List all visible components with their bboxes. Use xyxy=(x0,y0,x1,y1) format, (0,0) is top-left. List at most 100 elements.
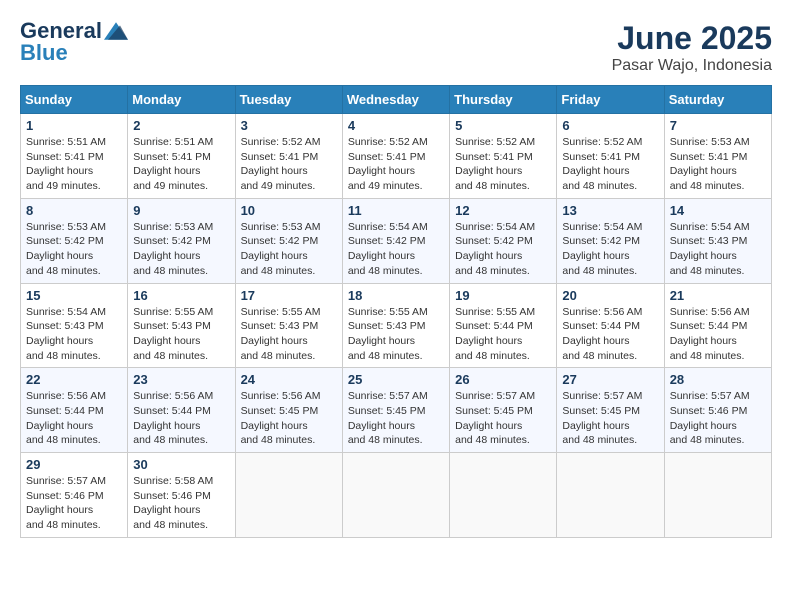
day-number: 10 xyxy=(241,203,337,218)
month-title: June 2025 xyxy=(612,20,772,57)
calendar-cell: 11Sunrise: 5:54 AMSunset: 5:42 PMDayligh… xyxy=(342,198,449,283)
daylight-value: and 48 minutes. xyxy=(26,434,101,446)
daylight-value: and 48 minutes. xyxy=(26,350,101,362)
day-number: 28 xyxy=(670,372,766,387)
calendar-week-row: 29Sunrise: 5:57 AMSunset: 5:46 PMDayligh… xyxy=(21,453,772,538)
sunrise-info: Sunrise: 5:51 AM xyxy=(133,136,213,148)
calendar-cell: 28Sunrise: 5:57 AMSunset: 5:46 PMDayligh… xyxy=(664,368,771,453)
day-number: 27 xyxy=(562,372,658,387)
sunrise-info: Sunrise: 5:56 AM xyxy=(670,306,750,318)
sunset-info: Sunset: 5:41 PM xyxy=(26,151,104,163)
daylight-value: and 48 minutes. xyxy=(670,350,745,362)
day-info: Sunrise: 5:52 AM Sunset: 5:41 PM Daylight … xyxy=(241,135,337,194)
daylight-label: Daylight hours xyxy=(133,335,200,347)
calendar-week-row: 15Sunrise: 5:54 AMSunset: 5:43 PMDayligh… xyxy=(21,283,772,368)
day-info: Sunrise: 5:54 AMSunset: 5:42 PMDaylight … xyxy=(348,220,444,279)
daylight-label: Daylight hours xyxy=(241,250,308,262)
sunset-info: Sunset: 5:44 PM xyxy=(562,320,640,332)
sunset-info: Sunset: 5:41 PM xyxy=(348,151,426,163)
calendar-cell: 3Sunrise: 5:52 AMSunset: 5:41 PMDaylight… xyxy=(235,114,342,199)
daylight-label: Daylight hours xyxy=(455,420,522,432)
daylight-value: and 48 minutes. xyxy=(670,434,745,446)
daylight-label: Daylight hours xyxy=(26,420,93,432)
daylight-value: and 48 minutes. xyxy=(562,434,637,446)
calendar-cell xyxy=(557,453,664,538)
calendar-cell: 25Sunrise: 5:57 AMSunset: 5:45 PMDayligh… xyxy=(342,368,449,453)
day-info: Sunrise: 5:56 AMSunset: 5:44 PMDaylight … xyxy=(26,389,122,448)
sunset-info: Sunset: 5:42 PM xyxy=(455,235,533,247)
calendar-cell: 20 Sunrise: 5:56 AM Sunset: 5:44 PM Dayligh… xyxy=(557,283,664,368)
day-info: Sunrise: 5:58 AMSunset: 5:46 PMDaylight … xyxy=(133,474,229,533)
daylight-value: and 48 minutes. xyxy=(26,519,101,531)
calendar-cell: 19Sunrise: 5:55 AMSunset: 5:44 PMDayligh… xyxy=(450,283,557,368)
sunset-info: Sunset: 5:42 PM xyxy=(241,235,319,247)
sunrise-info: Sunrise: 5:56 AM xyxy=(562,306,642,318)
weekday-header-thursday: Thursday xyxy=(450,86,557,114)
daylight-label: Daylight hours xyxy=(26,335,93,347)
daylight-label: Daylight hours xyxy=(348,335,415,347)
sunrise-info: Sunrise: 5:52 AM xyxy=(241,136,321,148)
sunset-info: Sunset: 5:42 PM xyxy=(133,235,211,247)
sunrise-info: Sunrise: 5:52 AM xyxy=(455,136,535,148)
sunrise-info: Sunrise: 5:54 AM xyxy=(670,221,750,233)
calendar-cell: 1Sunrise: 5:51 AMSunset: 5:41 PMDaylight… xyxy=(21,114,128,199)
daylight-label: Daylight hours xyxy=(562,165,629,177)
daylight-label: Daylight hours xyxy=(562,420,629,432)
daylight-label: Daylight hours xyxy=(562,335,629,347)
sunrise-info: Sunrise: 5:52 AM xyxy=(348,136,428,148)
calendar-cell: 2Sunrise: 5:51 AMSunset: 5:41 PMDaylight… xyxy=(128,114,235,199)
daylight-label: Daylight hours xyxy=(670,165,737,177)
daylight-label: Daylight hours xyxy=(670,250,737,262)
sunrise-info: Sunrise: 5:54 AM xyxy=(348,221,428,233)
calendar-header-row: SundayMondayTuesdayWednesdayThursdayFrid… xyxy=(21,86,772,114)
calendar-week-row: 1 Sunrise: 5:51 AM Sunset: 5:41 PM Daylight… xyxy=(21,114,772,199)
daylight-label: Daylight hours xyxy=(133,420,200,432)
sunrise-info: Sunrise: 5:57 AM xyxy=(670,390,750,402)
day-info: Sunrise: 5:57 AMSunset: 5:45 PMDaylight … xyxy=(455,389,551,448)
calendar-cell: 30Sunrise: 5:58 AMSunset: 5:46 PMDayligh… xyxy=(128,453,235,538)
logo-icon xyxy=(104,22,128,40)
calendar-cell: 5Sunrise: 5:52 AMSunset: 5:41 PMDaylight… xyxy=(450,114,557,199)
day-info: Sunrise: 5:56 AMSunset: 5:44 PMDaylight … xyxy=(670,305,766,364)
day-number: 1 xyxy=(26,118,122,133)
sunset-info: Sunset: 5:45 PM xyxy=(348,405,426,417)
calendar-week-row: 22Sunrise: 5:56 AMSunset: 5:44 PMDayligh… xyxy=(21,368,772,453)
location-title: Pasar Wajo, Indonesia xyxy=(612,57,772,75)
day-info: Sunrise: 5:55 AM Sunset: 5:43 PM Daylight … xyxy=(348,305,444,364)
sunrise-info: Sunrise: 5:53 AM xyxy=(26,221,106,233)
daylight-label: Daylight hours xyxy=(562,250,629,262)
sunrise-info: Sunrise: 5:53 AM xyxy=(241,221,321,233)
sunset-info: Sunset: 5:41 PM xyxy=(241,151,319,163)
daylight-value: and 48 minutes. xyxy=(562,350,637,362)
sunset-info: Sunset: 5:43 PM xyxy=(348,320,426,332)
calendar-cell: 23Sunrise: 5:56 AMSunset: 5:44 PMDayligh… xyxy=(128,368,235,453)
daylight-value: and 48 minutes. xyxy=(670,180,745,192)
sunset-info: Sunset: 5:46 PM xyxy=(670,405,748,417)
daylight-label: Daylight hours xyxy=(241,420,308,432)
daylight-label: Daylight hours xyxy=(670,335,737,347)
sunset-info: Sunset: 5:42 PM xyxy=(348,235,426,247)
day-info: Sunrise: 5:52 AMSunset: 5:41 PMDaylight … xyxy=(348,135,444,194)
calendar-cell: 26Sunrise: 5:57 AMSunset: 5:45 PMDayligh… xyxy=(450,368,557,453)
day-number: 7 xyxy=(670,118,766,133)
day-number: 24 xyxy=(241,372,337,387)
sunrise-info: Sunrise: 5:52 AM xyxy=(562,136,642,148)
day-info: Sunrise: 5:57 AMSunset: 5:46 PMDaylight … xyxy=(670,389,766,448)
daylight-label: Daylight hours xyxy=(241,165,308,177)
sunset-info: Sunset: 5:45 PM xyxy=(241,405,319,417)
day-info: Sunrise: 5:54 AMSunset: 5:42 PMDaylight … xyxy=(562,220,658,279)
day-info: Sunrise: 5:56 AMSunset: 5:44 PMDaylight … xyxy=(133,389,229,448)
sunset-info: Sunset: 5:45 PM xyxy=(562,405,640,417)
day-info: Sunrise: 5:53 AMSunset: 5:41 PMDaylight … xyxy=(670,135,766,194)
calendar-cell: 4Sunrise: 5:52 AMSunset: 5:41 PMDaylight… xyxy=(342,114,449,199)
sunrise-info: Sunrise: 5:55 AM xyxy=(348,306,428,318)
daylight-value: and 48 minutes. xyxy=(455,265,530,277)
sunrise-info: Sunrise: 5:54 AM xyxy=(562,221,642,233)
day-info: Sunrise: 5:56 AMSunset: 5:45 PMDaylight … xyxy=(241,389,337,448)
calendar-cell: 8Sunrise: 5:53 AMSunset: 5:42 PMDaylight… xyxy=(21,198,128,283)
daylight-value: and 49 minutes. xyxy=(133,180,208,192)
day-number: 20 xyxy=(562,288,658,303)
sunset-info: Sunset: 5:45 PM xyxy=(455,405,533,417)
day-info: Sunrise: 5:53 AMSunset: 5:42 PMDaylight … xyxy=(133,220,229,279)
calendar-cell: 6Sunrise: 5:52 AMSunset: 5:41 PMDaylight… xyxy=(557,114,664,199)
